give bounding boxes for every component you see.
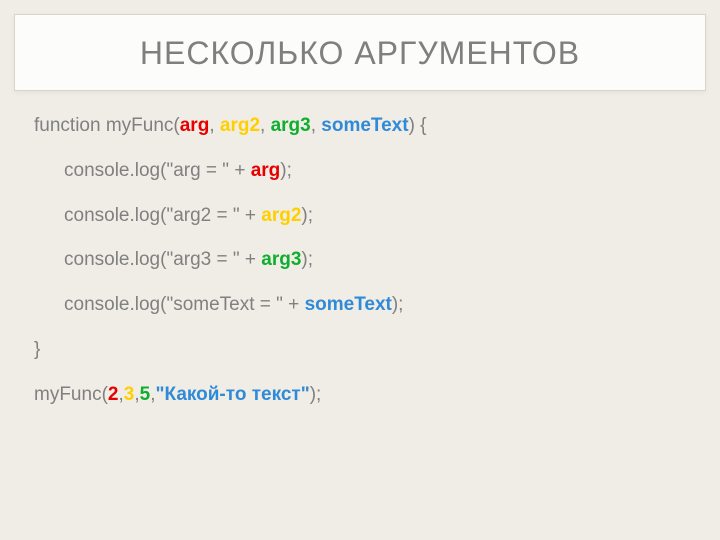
title-container: НЕСКОЛЬКО АРГУМЕНТОВ — [14, 14, 706, 91]
sep: , — [260, 115, 271, 136]
log3-a: console.log("arg3 = " + — [64, 249, 261, 270]
call-close: ); — [310, 384, 322, 405]
call-arg2: 3 — [124, 384, 135, 405]
log2-var: arg2 — [261, 205, 301, 226]
call-open: myFunc( — [34, 384, 108, 405]
code-block: function myFunc(arg, arg2, arg3, someTex… — [0, 91, 720, 407]
log1-a: console.log("arg = " + — [64, 160, 251, 181]
param-arg3: arg3 — [271, 115, 311, 136]
call-arg1: 2 — [108, 384, 119, 405]
sep: , — [209, 115, 220, 136]
log2-b: ); — [301, 205, 313, 226]
code-line-log4: console.log("someText = " + someText); — [34, 294, 686, 317]
kw-function: function myFunc( — [34, 115, 180, 136]
code-line-signature: function myFunc(arg, arg2, arg3, someTex… — [34, 115, 686, 138]
code-line-log1: console.log("arg = " + arg); — [34, 160, 686, 183]
param-someText: someText — [321, 115, 408, 136]
log4-b: ); — [392, 294, 404, 315]
sig-close: ) { — [409, 115, 427, 136]
log2-a: console.log("arg2 = " + — [64, 205, 261, 226]
call-arg4: "Какой-то текст" — [155, 384, 309, 405]
log1-var: arg — [251, 160, 281, 181]
log3-var: arg3 — [261, 249, 301, 270]
call-arg3: 5 — [140, 384, 151, 405]
slide-title: НЕСКОЛЬКО АРГУМЕНТОВ — [35, 35, 685, 72]
code-line-log2: console.log("arg2 = " + arg2); — [34, 205, 686, 228]
slide: НЕСКОЛЬКО АРГУМЕНТОВ function myFunc(arg… — [0, 14, 720, 540]
code-line-call: myFunc(2,3,5,"Какой-то текст"); — [34, 384, 686, 407]
log4-a: console.log("someText = " + — [64, 294, 305, 315]
log4-var: someText — [305, 294, 392, 315]
code-line-brace: } — [34, 339, 686, 362]
sep: , — [311, 115, 322, 136]
param-arg2: arg2 — [220, 115, 260, 136]
log3-b: ); — [301, 249, 313, 270]
log1-b: ); — [280, 160, 292, 181]
code-line-log3: console.log("arg3 = " + arg3); — [34, 249, 686, 272]
param-arg: arg — [180, 115, 210, 136]
